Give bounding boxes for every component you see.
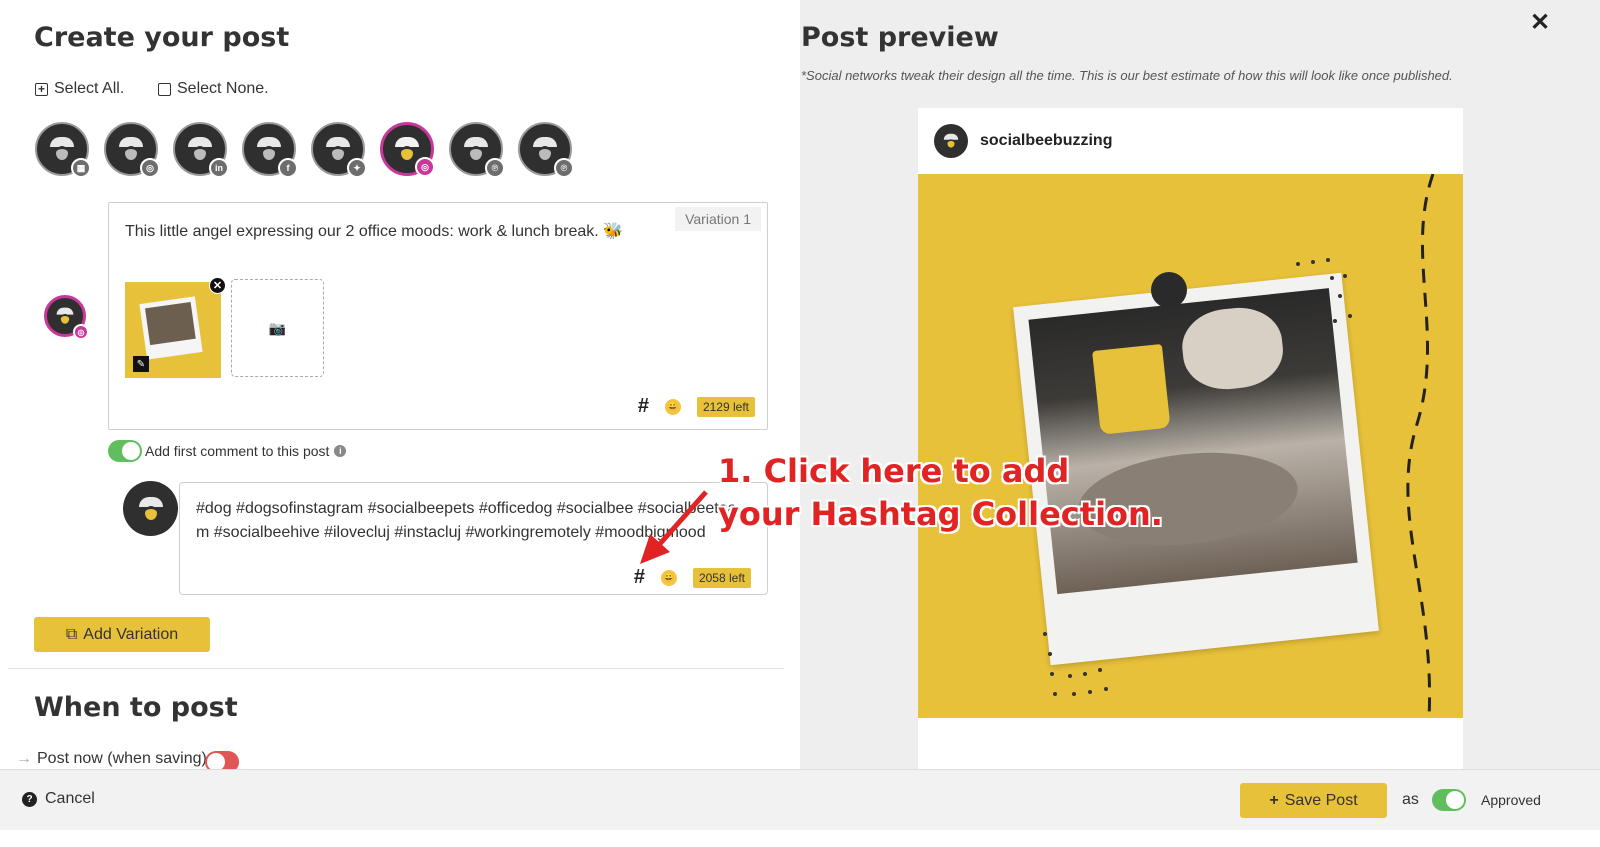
first-comment-row: Add first comment to this post i (145, 443, 347, 459)
save-post-button[interactable]: + Save Post (1240, 783, 1387, 818)
create-post-title: Create your post (34, 22, 290, 53)
socialbee-logo-icon (323, 137, 353, 161)
emoji-icon[interactable]: 😀 (660, 569, 677, 586)
add-media-button[interactable]: 📷 (231, 279, 324, 377)
preview-disclaimer: *Social networks tweak their design all … (801, 68, 1453, 83)
when-to-post-title: When to post (34, 692, 238, 723)
socialbee-logo-icon (47, 137, 77, 161)
close-icon[interactable]: ✕ (1530, 8, 1550, 37)
plus-icon: + (1269, 791, 1279, 809)
annotation-callout: 1. Click here to add your Hashtag Collec… (718, 450, 1163, 536)
instagram-badge-icon: ◎ (415, 157, 435, 177)
post-editor[interactable]: Variation 1 This little angel expressing… (108, 202, 768, 430)
comment-editor-tools: # 😀 2058 left (634, 566, 751, 589)
post-text[interactable]: This little angel expressing our 2 offic… (125, 221, 623, 241)
dashed-wave-decoration (1406, 174, 1435, 718)
cancel-button[interactable]: ? Cancel (22, 790, 95, 808)
facebook-badge-icon: f (278, 158, 298, 178)
create-post-panel: Create your post + Select All. Select No… (0, 0, 800, 785)
socialbee-logo-icon (136, 496, 166, 521)
select-all-button[interactable]: + Select All. (35, 80, 124, 98)
pin-decoration (1151, 272, 1187, 308)
profile-avatar-twitter[interactable]: ✦ (311, 122, 367, 178)
profile-avatar-google-my-business[interactable]: ▦ (35, 122, 91, 178)
profile-avatar-instagram[interactable]: ◎ (104, 122, 160, 178)
media-thumbnail[interactable]: ✎ (125, 282, 221, 378)
preview-account-name: socialbeebuzzing (980, 132, 1113, 149)
footer-bar: ? Cancel + Save Post as Approved (0, 769, 1600, 830)
instagram-badge-icon: ◎ (140, 158, 160, 178)
dog-photo (1028, 288, 1358, 595)
preview-card-header: socialbeebuzzing (934, 124, 1112, 158)
select-none-label: Select None. (177, 80, 269, 97)
socialbee-logo-icon (461, 137, 491, 161)
pencil-icon[interactable]: ✎ (133, 356, 149, 372)
annotation-arrow-icon (640, 490, 708, 564)
profile-avatar-pinterest-2[interactable]: ℗ (518, 122, 574, 178)
post-char-counter: 2129 left (696, 396, 755, 417)
empty-square-icon (158, 82, 171, 96)
post-preview-title: Post preview (801, 22, 999, 53)
instagram-preview-card: socialbeebuzzing (918, 108, 1463, 785)
profile-avatar-pinterest[interactable]: ℗ (449, 122, 505, 178)
variation-profile-avatar: ◎ (44, 295, 89, 340)
comment-char-counter: 2058 left (692, 567, 751, 588)
camera-icon: 📷 (268, 319, 287, 336)
preview-image (918, 174, 1463, 718)
profile-selector: ▦ ◎ in f ✦ ◎ ℗ ℗ (35, 122, 574, 178)
approved-label: Approved (1481, 792, 1541, 808)
annotation-line-1: 1. Click here to add (718, 452, 1070, 490)
section-divider (8, 668, 784, 669)
save-post-label: Save Post (1284, 791, 1358, 809)
profile-avatar-facebook[interactable]: f (242, 122, 298, 178)
cancel-label: Cancel (45, 790, 95, 807)
instagram-badge-icon: ◎ (73, 324, 89, 340)
comment-avatar (123, 481, 178, 536)
socialbee-logo-icon (942, 133, 960, 148)
twitter-badge-icon: ✦ (347, 158, 367, 178)
emoji-icon[interactable]: 😀 (664, 398, 681, 415)
remove-media-close-icon[interactable]: ✕ (209, 277, 226, 294)
hashtag-collection-button[interactable]: # (634, 566, 645, 589)
gmb-badge-icon: ▦ (71, 158, 91, 178)
post-now-label: Post now (when saving) (37, 750, 207, 767)
as-label: as (1402, 791, 1419, 808)
add-variation-label: Add Variation (83, 625, 179, 643)
add-variation-button[interactable]: ⧉ Add Variation (34, 617, 210, 652)
first-comment-toggle[interactable] (108, 440, 142, 462)
linkedin-badge-icon: in (209, 158, 229, 178)
select-all-label: Select All. (54, 80, 125, 97)
preview-avatar (934, 124, 968, 158)
arrow-right-icon: → (16, 750, 32, 767)
socialbee-logo-icon (55, 307, 76, 325)
profile-avatar-linkedin[interactable]: in (173, 122, 229, 178)
post-now-row: → Post now (when saving) (16, 750, 207, 768)
post-editor-tools: # 😀 2129 left (638, 395, 755, 418)
approved-toggle[interactable] (1432, 789, 1466, 811)
socialbee-logo-icon (254, 137, 284, 161)
first-comment-label: Add first comment to this post (145, 443, 330, 459)
hashtag-button[interactable]: # (638, 395, 649, 418)
profile-avatar-instagram-selected[interactable]: ◎ (380, 122, 435, 177)
pinterest-badge-icon: ℗ (485, 158, 505, 178)
annotation-line-2: your Hashtag Collection. (718, 495, 1163, 533)
socialbee-logo-icon (530, 137, 560, 161)
select-none-button[interactable]: Select None. (158, 80, 269, 98)
variation-label: Variation 1 (675, 207, 761, 231)
plus-square-icon: + (35, 82, 48, 96)
socialbee-logo-icon (116, 137, 146, 161)
pinterest-badge-icon: ℗ (554, 158, 574, 178)
socialbee-logo-icon (185, 137, 215, 161)
info-icon[interactable]: i (334, 445, 347, 457)
copy-icon: ⧉ (65, 625, 78, 643)
question-circle-icon: ? (22, 791, 37, 807)
socialbee-logo-icon (392, 137, 422, 161)
